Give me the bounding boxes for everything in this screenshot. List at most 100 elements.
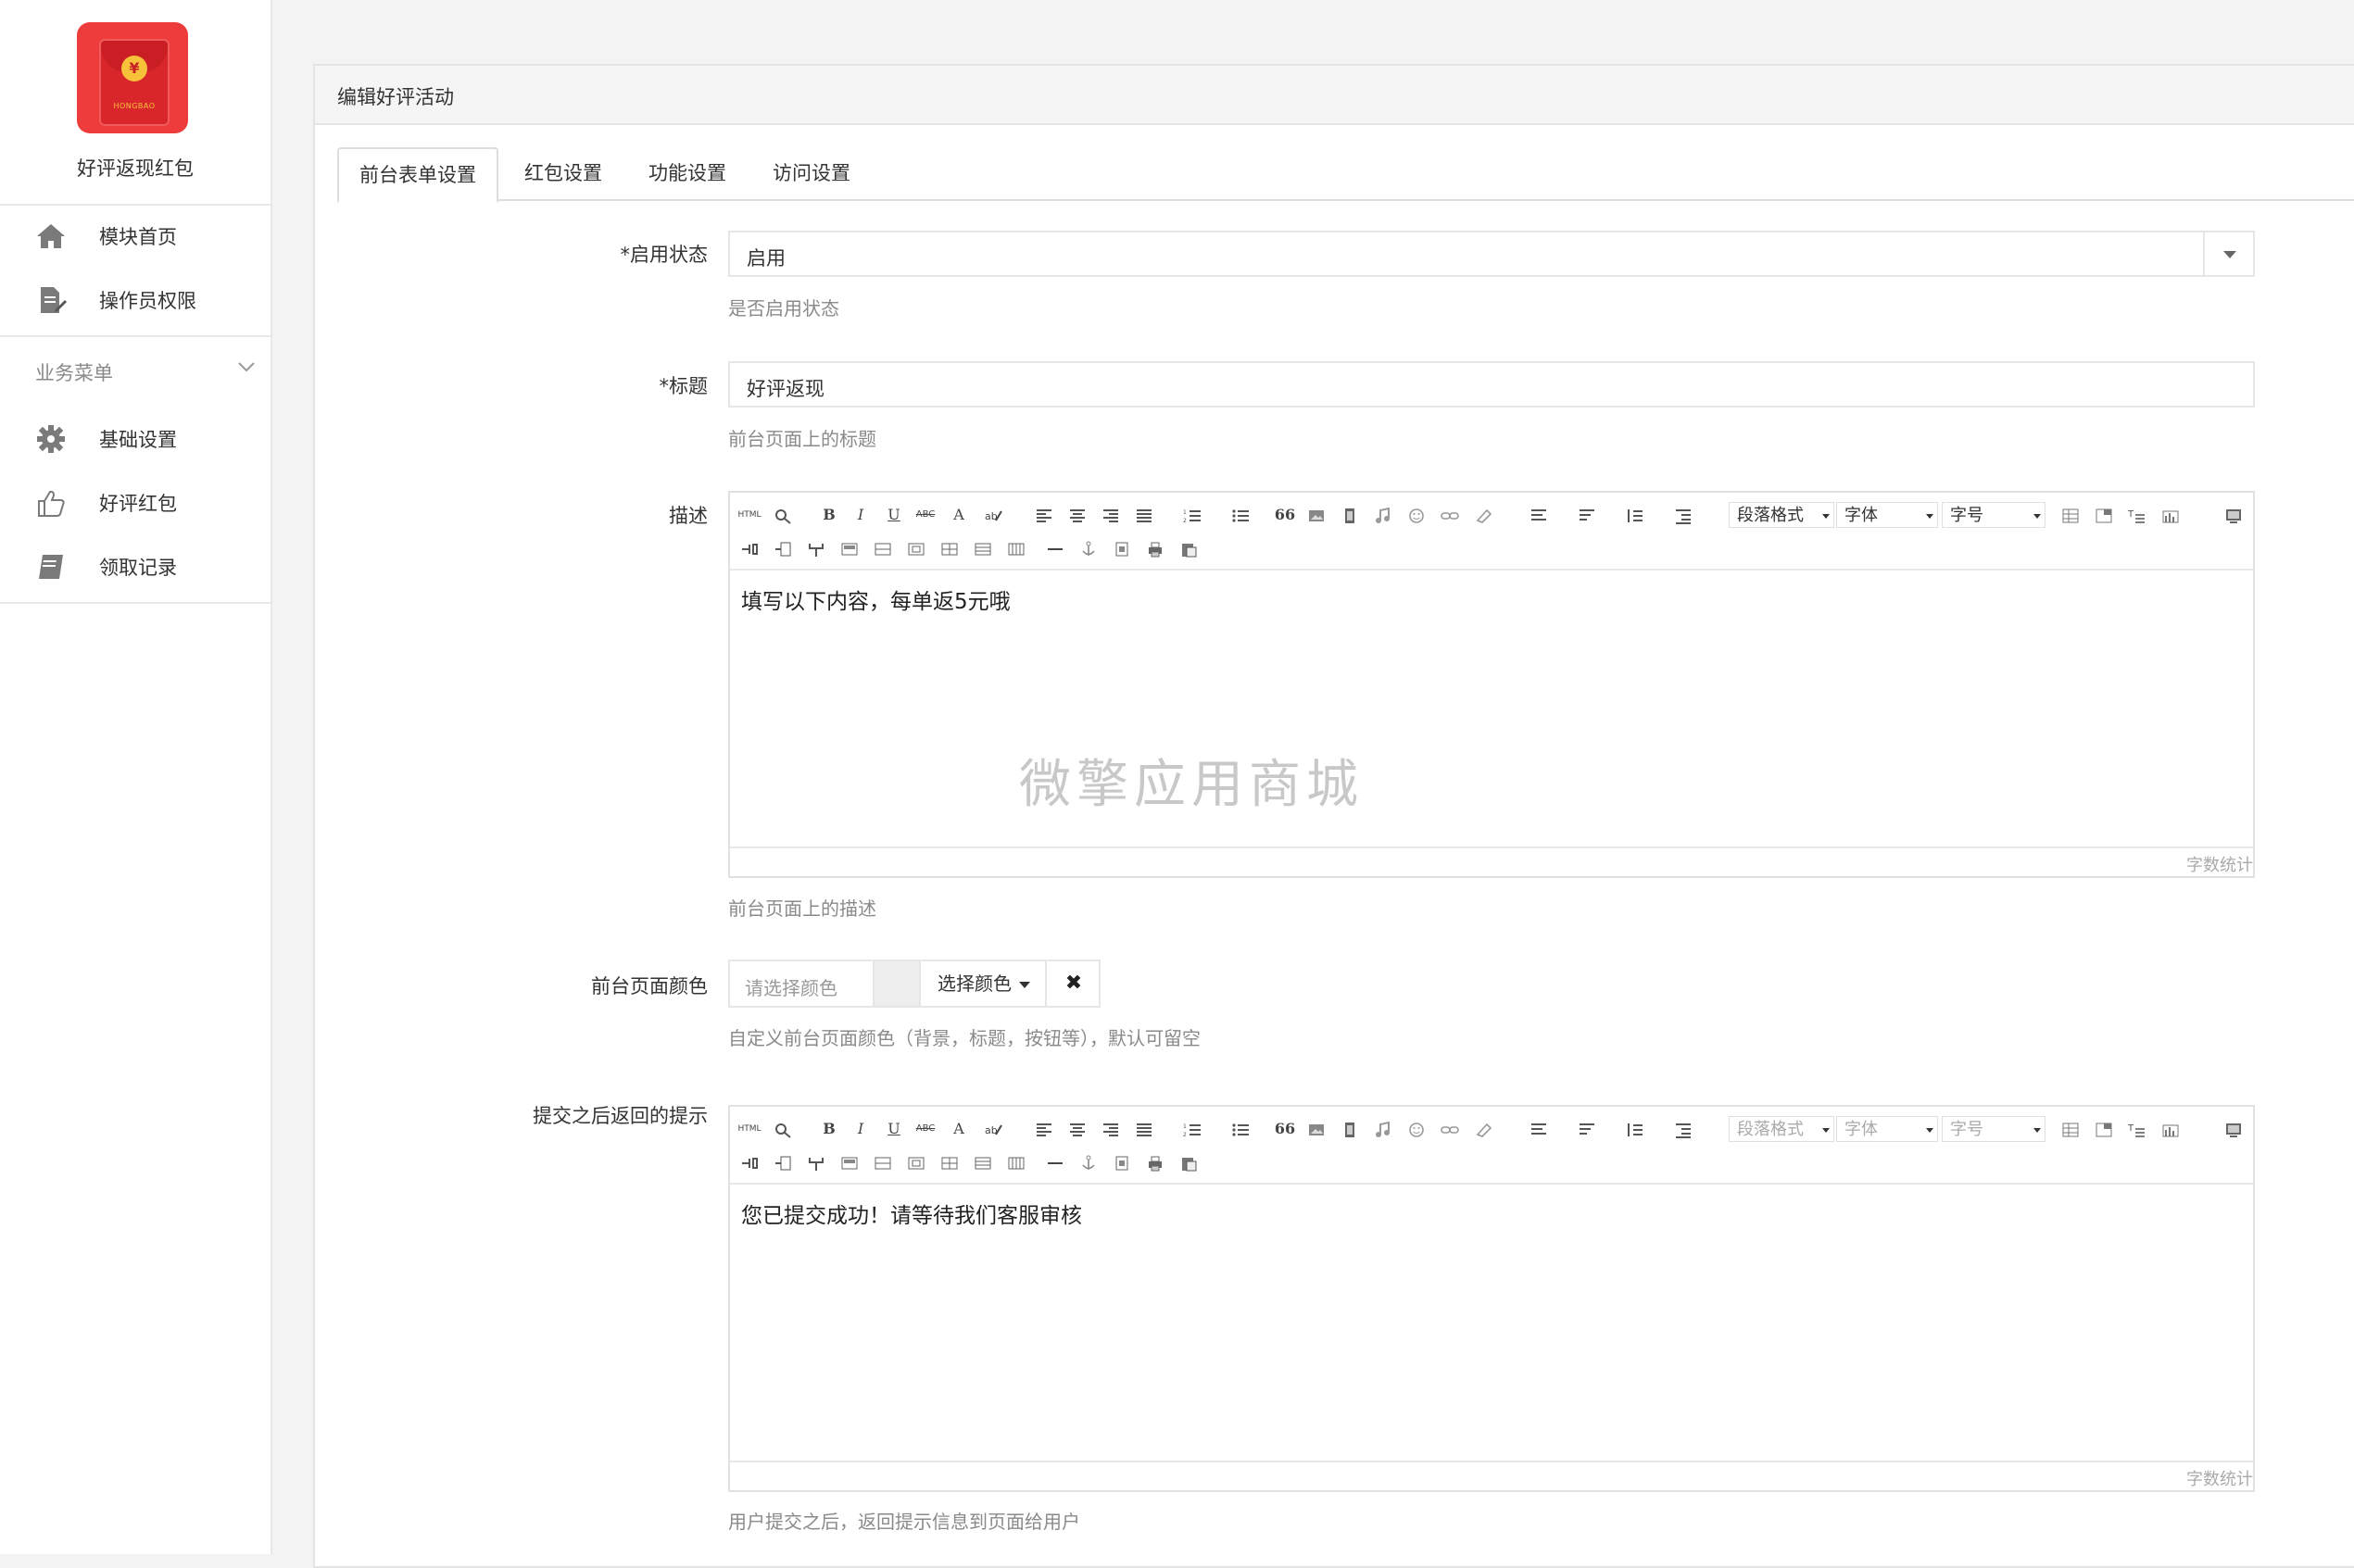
font-size-select[interactable]: 字号 [1942,1116,2046,1142]
chart-icon[interactable] [2159,504,2183,526]
insert-col-left-icon[interactable] [737,537,762,559]
italic-button[interactable]: I [849,1118,873,1140]
music-icon[interactable] [1371,1118,1395,1140]
ordered-list-icon[interactable]: 12 [1180,1118,1204,1140]
description-editor-body[interactable]: 填写以下内容，每单返5元哦 [730,569,2253,850]
unordered-list-icon[interactable] [1228,1118,1253,1140]
merge-down-icon[interactable] [904,537,928,559]
eraser-icon[interactable] [1471,504,1495,526]
sidebar-item-review-hongbao[interactable]: 好评红包 [0,471,271,533]
insert-row-icon[interactable] [2092,1118,2116,1140]
split-cols-icon[interactable] [1004,537,1028,559]
align-right-icon[interactable] [1099,504,1123,526]
horizontal-rule-icon[interactable] [1043,1151,1067,1173]
clear-format-icon[interactable]: T [2125,504,2149,526]
emoticon-icon[interactable] [1404,1118,1429,1140]
split-cells-icon[interactable] [938,537,962,559]
row-spacing-bottom-icon[interactable] [1575,504,1599,526]
row-spacing-top-icon[interactable] [1527,1118,1551,1140]
italic-button[interactable]: I [849,504,873,526]
indent-icon[interactable] [1671,1118,1695,1140]
image-icon[interactable] [1304,504,1328,526]
align-center-icon[interactable] [1065,504,1089,526]
merge-cells-icon[interactable] [837,1151,862,1173]
video-icon[interactable] [1338,1118,1362,1140]
align-left-icon[interactable] [1032,1118,1056,1140]
chart-icon[interactable] [2159,1118,2183,1140]
anchor-icon[interactable] [1076,1151,1101,1173]
print-icon[interactable] [1143,537,1167,559]
split-icon[interactable] [804,537,828,559]
indent-icon[interactable] [1671,504,1695,526]
merge-down-icon[interactable] [904,1151,928,1173]
bold-button[interactable]: B [817,1118,841,1140]
align-right-icon[interactable] [1099,1118,1123,1140]
line-height-icon[interactable] [1623,1118,1647,1140]
sidebar-item-operator-permissions[interactable]: 操作员权限 [0,269,271,330]
html-source-button[interactable]: HTML [737,1118,762,1140]
bold-button[interactable]: B [817,504,841,526]
table-icon[interactable] [2058,504,2083,526]
color-input[interactable]: 请选择颜色 [745,973,837,1000]
highlight-icon[interactable]: ab [982,504,1006,526]
align-left-icon[interactable] [1032,504,1056,526]
underline-button[interactable]: U [882,1118,906,1140]
insert-col-icon[interactable] [771,1151,795,1173]
strikethrough-button[interactable]: ABC [913,504,938,526]
strikethrough-button[interactable]: ABC [913,1118,938,1140]
font-size-select[interactable]: 字号 [1942,502,2046,528]
line-height-icon[interactable] [1623,504,1647,526]
clear-format-icon[interactable]: T [2125,1118,2149,1140]
paste-icon[interactable] [1177,1151,1201,1173]
chevron-down-icon[interactable] [237,358,256,376]
image-icon[interactable] [1304,1118,1328,1140]
split-rows-icon[interactable] [971,1151,995,1173]
choose-color-button[interactable]: 选择颜色 [919,961,1045,1006]
emoticon-icon[interactable] [1404,504,1429,526]
blockquote-button[interactable]: 66 [1273,504,1297,526]
insert-col-left-icon[interactable] [737,1151,762,1173]
link-icon[interactable] [1438,1118,1462,1140]
fullscreen-icon[interactable] [2222,504,2246,526]
paste-icon[interactable] [1177,537,1201,559]
print-icon[interactable] [1143,1151,1167,1173]
eraser-icon[interactable] [1471,1118,1495,1140]
insert-col-icon[interactable] [771,537,795,559]
page-break-icon[interactable] [1110,1151,1134,1173]
blockquote-button[interactable]: 66 [1273,1118,1297,1140]
paragraph-format-select[interactable]: 段落格式 [1729,1116,1834,1142]
unordered-list-icon[interactable] [1228,504,1253,526]
fullscreen-icon[interactable] [2222,1118,2246,1140]
status-select[interactable]: 启用 [728,231,2255,277]
split-rows-icon[interactable] [971,537,995,559]
merge-cells-icon[interactable] [837,537,862,559]
split-icon[interactable] [804,1151,828,1173]
row-spacing-top-icon[interactable] [1527,504,1551,526]
split-cols-icon[interactable] [1004,1151,1028,1173]
font-color-button[interactable]: A [947,1118,971,1140]
submit-tip-editor-body[interactable]: 您已提交成功！请等待我们客服审核 [730,1183,2253,1464]
tab-access-settings[interactable]: 访问设置 [773,147,850,199]
font-family-select[interactable]: 字体 [1836,502,1938,528]
paragraph-format-select[interactable]: 段落格式 [1729,502,1834,528]
sidebar-item-basic-settings[interactable]: 基础设置 [0,408,271,469]
link-icon[interactable] [1438,504,1462,526]
horizontal-rule-icon[interactable] [1043,537,1067,559]
preview-icon[interactable] [771,1118,795,1140]
preview-icon[interactable] [771,504,795,526]
merge-right-icon[interactable] [871,1151,895,1173]
merge-right-icon[interactable] [871,537,895,559]
sidebar-item-module-home[interactable]: 模块首页 [0,205,271,266]
sidebar-item-claim-records[interactable]: 领取记录 [0,535,271,596]
music-icon[interactable] [1371,504,1395,526]
highlight-icon[interactable]: ab [982,1118,1006,1140]
justify-icon[interactable] [1132,504,1156,526]
page-break-icon[interactable] [1110,537,1134,559]
video-icon[interactable] [1338,504,1362,526]
font-family-select[interactable]: 字体 [1836,1116,1938,1142]
title-input[interactable]: 好评返现 [728,361,2255,408]
clear-color-icon[interactable]: ✖ [1045,961,1101,1006]
html-source-button[interactable]: HTML [737,504,762,526]
table-icon[interactable] [2058,1118,2083,1140]
ordered-list-icon[interactable]: 12 [1180,504,1204,526]
